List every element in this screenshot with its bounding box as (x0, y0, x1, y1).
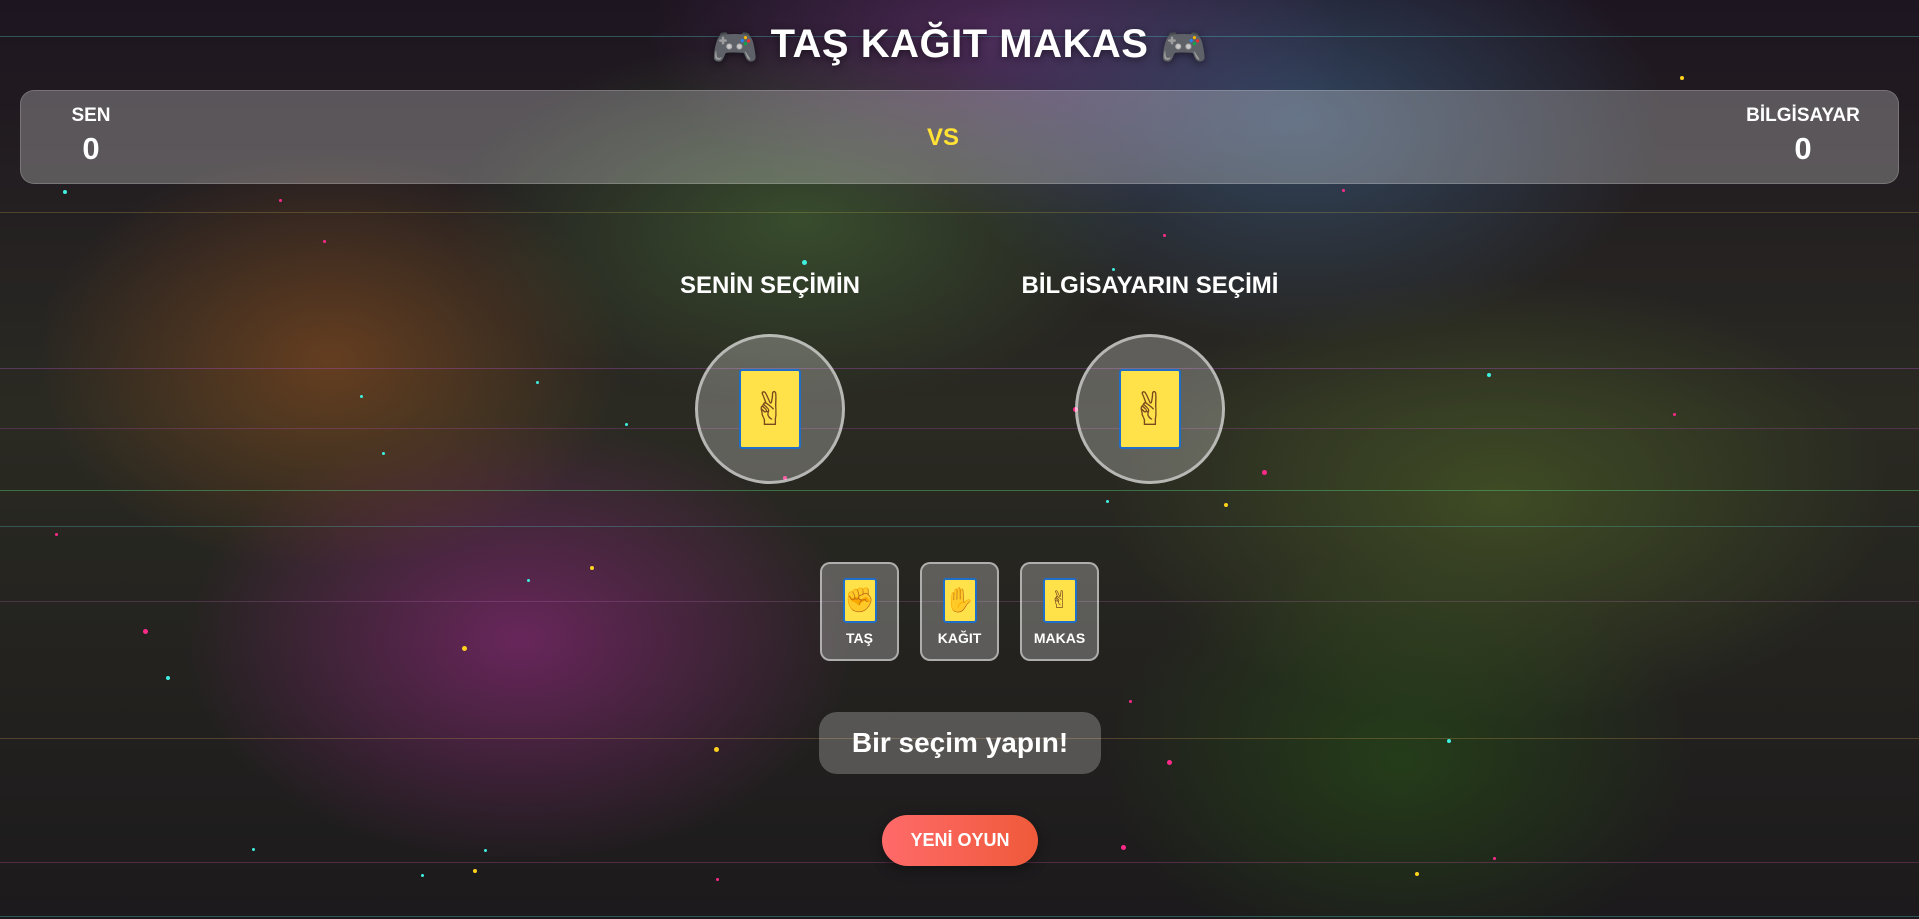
paper-button[interactable]: ✋ KAĞIT (920, 562, 999, 661)
player-score-panel: SEN 0 (49, 105, 133, 167)
player-choice-panel: SENİN SEÇİMİN ✌ (669, 272, 871, 484)
rock-hand-icon: ✊ (842, 578, 877, 623)
paper-hand-icon: ✋ (942, 578, 977, 623)
scissors-button-label: MAKAS (1033, 630, 1086, 646)
rock-button-label: TAŞ (846, 630, 873, 646)
player-score: 0 (82, 131, 100, 166)
computer-choice-label: BİLGİSAYARIN SEÇİMİ (1021, 272, 1279, 299)
status-message: Bir seçim yapın! (819, 712, 1101, 774)
scissors-hand-icon: ✌ (1042, 578, 1077, 623)
scissors-button[interactable]: ✌ MAKAS (1020, 562, 1099, 661)
computer-name: BİLGİSAYAR (1746, 105, 1860, 126)
game-controller-icon: 🎮 (1160, 27, 1208, 69)
game-title: 🎮 TAŞ KAĞIT MAKAS 🎮 (0, 22, 1919, 70)
game-controller-icon: 🎮 (711, 27, 759, 69)
player-choice-label: SENİN SEÇİMİN (679, 272, 861, 299)
choice-buttons: ✊ TAŞ ✋ KAĞIT ✌ MAKAS (820, 562, 1099, 661)
computer-choice-panel: BİLGİSAYARIN SEÇİMİ ✌ (1004, 272, 1296, 484)
paper-button-label: KAĞIT (937, 630, 982, 646)
new-game-button[interactable]: YENİ OYUN (882, 815, 1038, 866)
rock-button[interactable]: ✊ TAŞ (820, 562, 899, 661)
scoreboard: SEN 0 VS BİLGİSAYAR 0 (20, 90, 1899, 184)
computer-choice-display: ✌ (1075, 334, 1225, 484)
computer-score: 0 (1794, 131, 1812, 166)
scissors-hand-icon: ✌ (739, 369, 801, 449)
player-name: SEN (71, 105, 111, 126)
computer-score-panel: BİLGİSAYAR 0 (1738, 105, 1868, 167)
vs-label: VS (926, 124, 959, 151)
game-title-text: TAŞ KAĞIT MAKAS (770, 22, 1149, 66)
player-choice-display: ✌ (695, 334, 845, 484)
scissors-hand-icon: ✌ (1119, 369, 1181, 449)
